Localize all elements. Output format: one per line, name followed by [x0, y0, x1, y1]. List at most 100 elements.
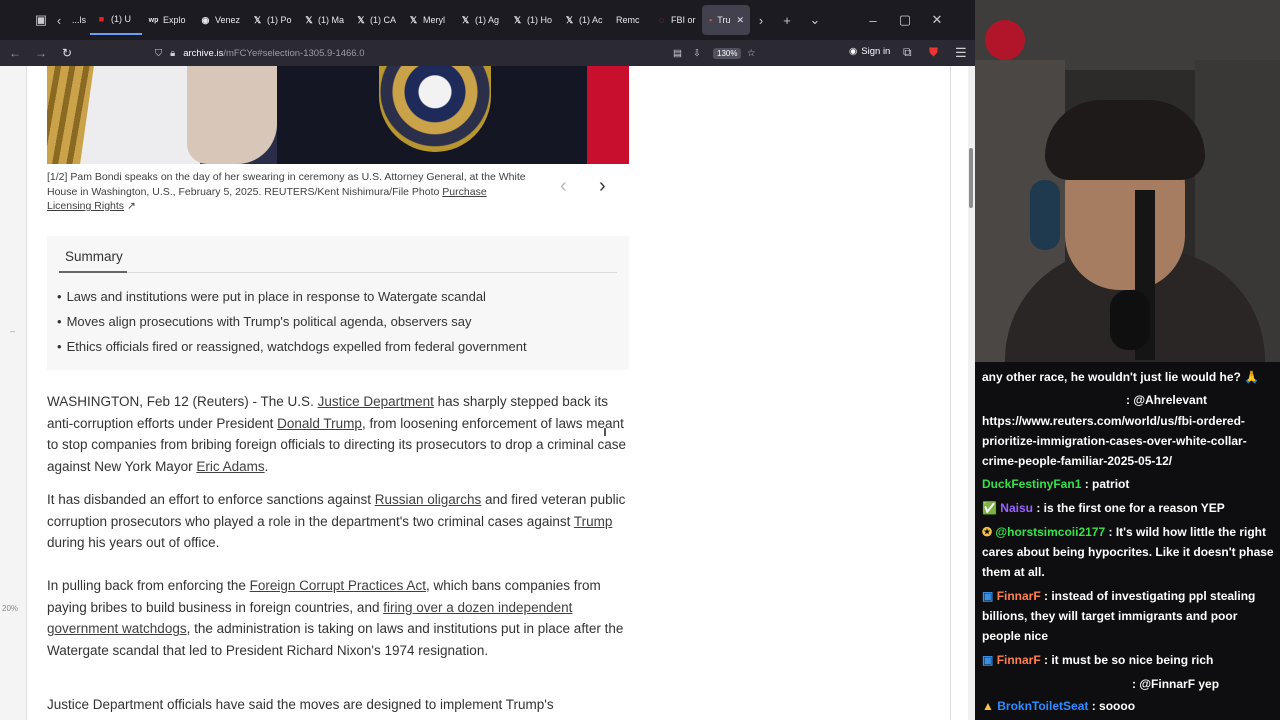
save-page-icon[interactable]: ⇩	[693, 48, 701, 59]
chat-username[interactable]: FinnarF	[997, 589, 1041, 603]
licensing-rights-link[interactable]: Licensing Rights	[47, 200, 124, 212]
tab-bar: ▣ ‹ ...ls ■ (1) U wp Explo ◉ Venez 𝕏 (1) Po …	[0, 0, 975, 40]
page-icon: ▪	[709, 15, 713, 25]
chat-username[interactable]: Naisu	[1000, 501, 1033, 515]
chat-username[interactable]: @horstsimcoii2177	[995, 525, 1105, 539]
tab-label: Remc	[616, 15, 640, 25]
globe-icon: ◌	[658, 15, 665, 25]
globe-icon: ◉	[201, 14, 210, 25]
tab-scroll-right-icon[interactable]: ›	[754, 9, 768, 31]
chat-message: DuckFestinyFan1 : patriot	[982, 474, 1278, 494]
tab-scroll-left-icon[interactable]: ‹	[52, 9, 66, 31]
x-icon: 𝕏	[565, 14, 574, 25]
badge-icon: ▣	[982, 589, 994, 603]
tab-11[interactable]: 𝕏 (1) Ac	[558, 5, 610, 35]
tab-12[interactable]: Remc	[610, 5, 650, 35]
url-host: archive.is	[183, 47, 224, 59]
close-tab-icon[interactable]: ✕	[736, 15, 744, 26]
text: .	[264, 459, 269, 475]
sign-in-button[interactable]: ◉ Sign in	[849, 46, 890, 57]
wp-icon: wp	[148, 16, 159, 24]
extensions-icon[interactable]: ⧉	[903, 45, 912, 60]
maximize-icon[interactable]: ▢	[894, 9, 916, 31]
lock-icon: 🔒︎	[170, 47, 176, 59]
zoom-badge[interactable]: 130%	[713, 47, 742, 59]
reload-icon[interactable]: ↻	[54, 42, 80, 64]
text: In pulling back from enforcing the	[47, 578, 250, 593]
tab-overview-icon[interactable]: ▣	[30, 9, 52, 31]
forward-icon[interactable]: →	[28, 42, 54, 64]
stream-chat: any other race, he wouldn't just lie wou…	[975, 362, 1280, 720]
summary-item: Moves align prosecutions with Trump's po…	[57, 313, 527, 338]
tab-7[interactable]: 𝕏 (1) CA	[350, 5, 402, 35]
chat-username[interactable]: FinnarF	[997, 653, 1041, 667]
trump-link[interactable]: Trump	[574, 514, 613, 529]
browser-window: ▣ ‹ ...ls ■ (1) U wp Explo ◉ Venez 𝕏 (1) Po …	[0, 0, 975, 720]
ublock-icon[interactable]: ⛊	[929, 45, 938, 60]
chat-username[interactable]: BroknToiletSeat	[997, 699, 1088, 713]
chat-message: https://www.reuters.com/world/us/fbi-ord…	[982, 411, 1272, 471]
chat-username[interactable]: DuckFestinyFan1	[982, 477, 1081, 491]
chat-link[interactable]: https://www.reuters.com/world/us/fbi-ord…	[982, 414, 1247, 468]
new-tab-icon[interactable]: +	[776, 9, 798, 31]
article-photo[interactable]	[47, 66, 629, 164]
text-cursor	[604, 428, 606, 436]
close-window-icon[interactable]: ✕	[926, 9, 948, 31]
x-icon: 𝕏	[513, 14, 522, 25]
x-icon: 𝕏	[409, 14, 418, 25]
summary-box: Summary Laws and institutions were put i…	[47, 236, 629, 370]
summary-title: Summary	[65, 249, 123, 264]
chat-message: : @Ahrelevant	[982, 390, 1278, 410]
menu-icon[interactable]: ☰	[955, 45, 967, 61]
chat-message: ✪ @horstsimcoii2177 : It's wild how litt…	[982, 522, 1278, 582]
tab-label: (1) Po	[267, 15, 292, 25]
tab-10[interactable]: 𝕏 (1) Ho	[506, 5, 558, 35]
bookmark-star-icon[interactable]: ☆	[747, 48, 756, 59]
account-icon: ◉	[849, 46, 858, 57]
tab-8[interactable]: 𝕏 Meryl	[402, 5, 454, 35]
eric-adams-link[interactable]: Eric Adams	[196, 459, 264, 474]
red-decoration	[985, 20, 1025, 60]
tab-13[interactable]: ◌ FBI or	[650, 5, 702, 35]
justice-department-link[interactable]: Justice Department	[318, 394, 434, 409]
chat-text: : soooo	[1088, 699, 1136, 713]
reader-view-icon[interactable]: ▤	[673, 48, 682, 59]
summary-item: Ethics officials fired or reassigned, wa…	[57, 338, 527, 363]
shield-icon[interactable]: ⛉	[155, 48, 162, 59]
x-icon: 𝕏	[253, 14, 262, 25]
url-bar[interactable]: ⛉ 🔒︎ archive.is/mFCYe#selection-1305.9-1…	[155, 43, 775, 63]
x-icon: 𝕏	[305, 14, 313, 25]
photo-caption: [1/2] Pam Bondi speaks on the day of her…	[47, 170, 547, 214]
minimize-icon[interactable]: –	[862, 9, 884, 31]
x-icon: 𝕏	[357, 14, 365, 25]
scrollbar[interactable]	[968, 66, 975, 720]
chevron-down-icon[interactable]: ⌄	[804, 9, 826, 31]
next-photo-icon[interactable]: ›	[599, 175, 606, 198]
tab-6[interactable]: 𝕏 (1) Ma	[298, 5, 350, 35]
donald-trump-link[interactable]: Donald Trump	[277, 416, 362, 431]
scrollbar-thumb[interactable]	[969, 148, 973, 208]
tab-2[interactable]: ■ (1) U	[90, 5, 142, 35]
summary-item: Laws and institutions were put in place …	[57, 288, 527, 313]
tab-5[interactable]: 𝕏 (1) Po	[246, 5, 298, 35]
russian-oligarchs-link[interactable]: Russian oligarchs	[375, 492, 482, 507]
purchase-link[interactable]: Purchase	[442, 186, 486, 198]
tab-1[interactable]: ...ls	[66, 5, 90, 35]
previous-photo-icon[interactable]: ‹	[560, 175, 567, 198]
tab-4[interactable]: ◉ Venez	[194, 5, 246, 35]
tab-9[interactable]: 𝕏 (1) Ag	[454, 5, 506, 35]
tab-label: (1) Ho	[526, 15, 552, 25]
article-paragraph-1: WASHINGTON, Feb 12 (Reuters) - The U.S. …	[47, 391, 632, 478]
gutter-dash: –	[10, 326, 16, 336]
chat-text: : patriot	[1081, 477, 1130, 491]
fcpa-link[interactable]: Foreign Corrupt Practices Act	[250, 578, 426, 593]
tab-label: ...ls	[72, 15, 87, 25]
tab-3[interactable]: wp Explo	[142, 5, 194, 35]
badge-icon: ✪	[982, 525, 993, 539]
gutter-percent: 20%	[2, 604, 19, 613]
tab-label: Venez	[214, 15, 240, 25]
tab-active[interactable]: ▪ Tru ✕	[702, 5, 750, 35]
back-icon[interactable]: ←	[2, 42, 28, 64]
badge-icon: ▣	[982, 653, 994, 667]
text: during his years out of office.	[47, 535, 220, 551]
